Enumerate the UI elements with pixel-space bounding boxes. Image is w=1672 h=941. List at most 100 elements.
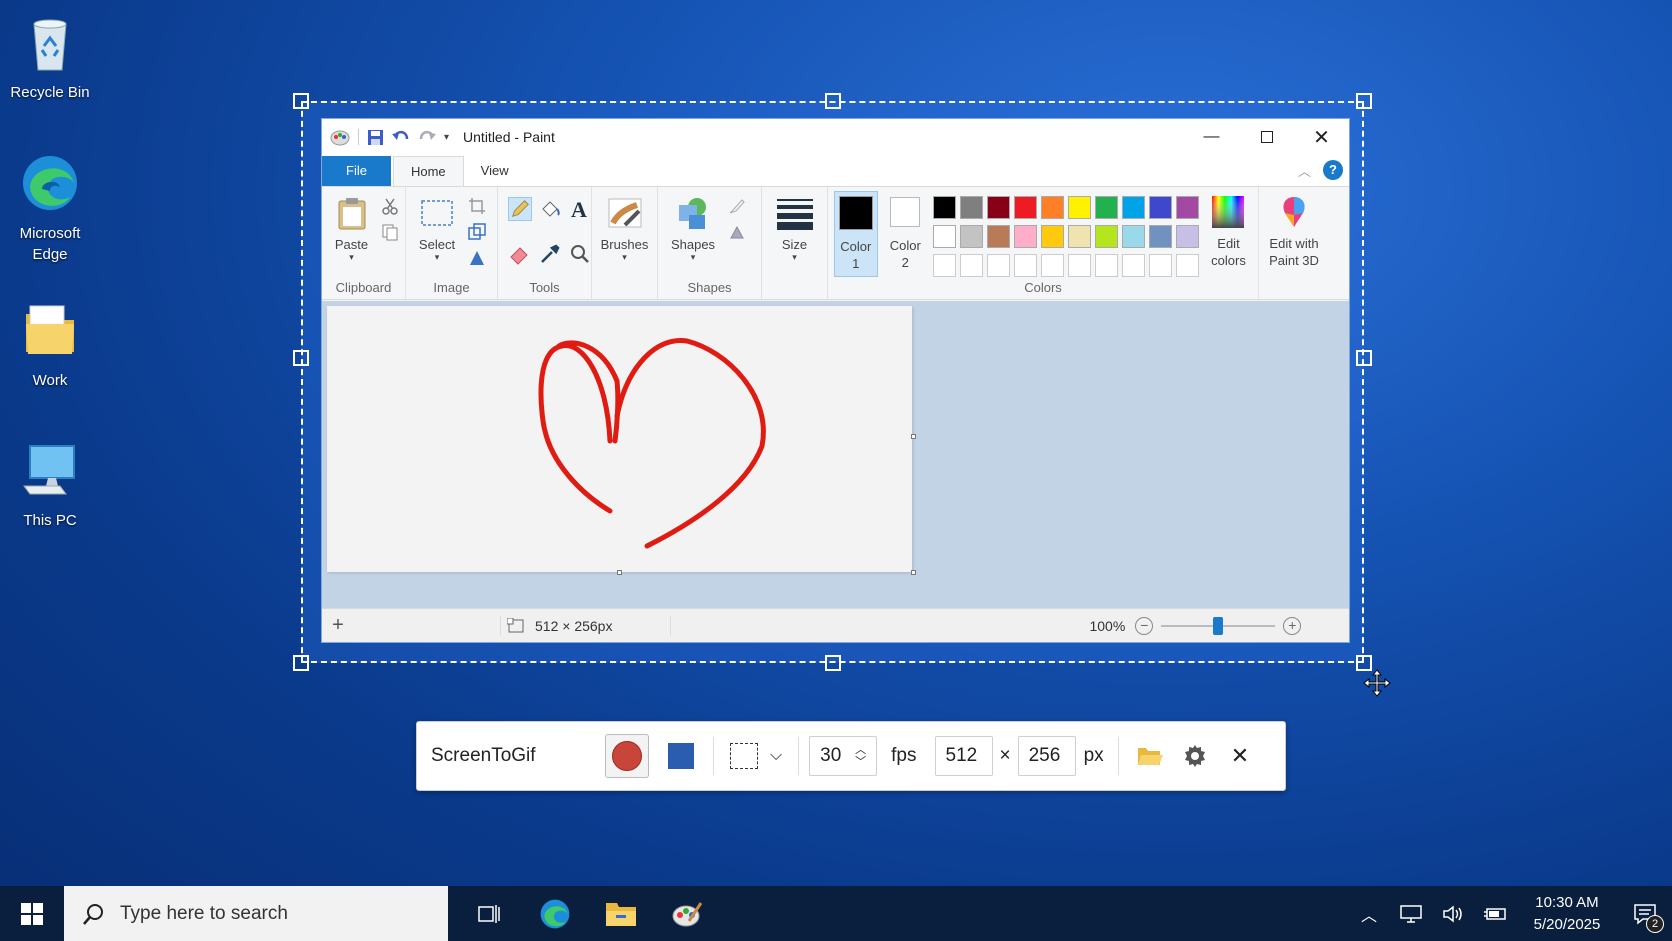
palette-swatch[interactable] xyxy=(1013,254,1037,277)
volume-button[interactable] xyxy=(1432,886,1474,941)
paste-button[interactable]: Paste ▾ xyxy=(328,191,375,279)
palette-swatch[interactable] xyxy=(1094,225,1118,248)
resize-handle-top[interactable] xyxy=(825,93,841,109)
record-button[interactable] xyxy=(605,734,649,778)
magnifier-icon[interactable] xyxy=(568,242,592,266)
save-icon[interactable] xyxy=(367,129,384,146)
start-button[interactable] xyxy=(0,886,64,941)
taskbar-file-explorer[interactable] xyxy=(588,886,654,941)
palette-swatch[interactable] xyxy=(1040,225,1064,248)
resize-handle-bottom-left[interactable] xyxy=(293,655,309,671)
desktop-icon-recycle-bin[interactable]: Recycle Bin xyxy=(0,12,100,103)
palette-swatch[interactable] xyxy=(1175,196,1199,219)
shapes-button[interactable]: Shapes ▾ xyxy=(664,191,722,279)
text-icon[interactable]: A xyxy=(568,197,592,221)
palette-swatch[interactable] xyxy=(986,254,1010,277)
palette-swatch[interactable] xyxy=(1148,196,1172,219)
canvas-resize-handle-right[interactable] xyxy=(911,434,916,439)
palette-swatch[interactable] xyxy=(1040,196,1064,219)
palette-swatch[interactable] xyxy=(986,196,1010,219)
palette-swatch[interactable] xyxy=(932,196,956,219)
open-folder-icon[interactable] xyxy=(1137,745,1163,767)
fill-icon[interactable] xyxy=(538,197,562,221)
redo-icon[interactable] xyxy=(418,129,436,145)
palette-swatch[interactable] xyxy=(1094,196,1118,219)
canvas-resize-handle-corner[interactable] xyxy=(911,570,916,575)
fps-decrement-icon[interactable]: ﹀ xyxy=(855,756,866,768)
tab-file[interactable]: File xyxy=(322,156,391,186)
palette-swatch[interactable] xyxy=(1121,225,1145,248)
resize-icon[interactable] xyxy=(468,223,486,241)
palette-swatch[interactable] xyxy=(1148,225,1172,248)
network-button[interactable] xyxy=(1390,886,1432,941)
cut-icon[interactable] xyxy=(381,197,399,215)
palette-swatch[interactable] xyxy=(1121,196,1145,219)
palette-swatch[interactable] xyxy=(1013,225,1037,248)
close-button[interactable]: ✕ xyxy=(1294,119,1349,155)
palette-swatch[interactable] xyxy=(1094,254,1118,277)
select-button[interactable]: Select ▾ xyxy=(412,191,462,279)
palette-swatch[interactable] xyxy=(1175,254,1199,277)
color2-button[interactable]: Color 2 xyxy=(884,191,927,277)
palette-swatch[interactable] xyxy=(932,254,956,277)
undo-icon[interactable] xyxy=(392,129,410,145)
maximize-button[interactable] xyxy=(1239,119,1294,155)
tab-home[interactable]: Home xyxy=(392,156,464,186)
taskbar-paint[interactable] xyxy=(654,886,720,941)
stop-button[interactable] xyxy=(659,734,703,778)
eraser-icon[interactable] xyxy=(508,242,532,266)
palette-swatch[interactable] xyxy=(959,196,983,219)
pencil-icon[interactable] xyxy=(508,197,532,221)
gear-icon[interactable] xyxy=(1183,744,1207,768)
zoom-in-button[interactable]: + xyxy=(1283,616,1302,635)
fill-shape-icon[interactable] xyxy=(728,223,746,241)
collapse-ribbon-icon[interactable]: ︿ xyxy=(1298,161,1311,180)
resize-handle-top-right[interactable] xyxy=(1356,93,1372,109)
fps-increment-icon[interactable]: ︿ xyxy=(855,744,866,756)
palette-swatch[interactable] xyxy=(1148,254,1172,277)
crop-icon[interactable] xyxy=(468,197,486,215)
drawing-canvas[interactable] xyxy=(327,306,916,575)
zoom-slider-thumb[interactable] xyxy=(1213,616,1224,635)
color1-button[interactable]: Color 1 xyxy=(834,191,878,277)
canvas-resize-handle-bottom[interactable] xyxy=(617,570,622,575)
power-button[interactable] xyxy=(1474,886,1516,941)
edit-colors-button[interactable]: Edit colors xyxy=(1205,191,1252,277)
height-input[interactable]: 256 xyxy=(1017,736,1076,776)
palette-swatch[interactable] xyxy=(932,225,956,248)
color-picker-icon[interactable] xyxy=(538,242,562,266)
task-view-button[interactable] xyxy=(456,886,522,941)
desktop-icon-this-pc[interactable]: This PC xyxy=(0,440,100,531)
width-input[interactable]: 512 xyxy=(934,736,993,776)
zoom-slider[interactable] xyxy=(1161,616,1276,635)
action-center-button[interactable]: 2 xyxy=(1618,886,1672,941)
resize-handle-left[interactable] xyxy=(293,350,309,366)
size-button[interactable]: Size ▾ xyxy=(768,191,821,279)
search-box[interactable]: Type here to search xyxy=(64,886,448,941)
taskbar-edge[interactable] xyxy=(522,886,588,941)
edit-with-paint3d-button[interactable]: Edit with Paint 3D xyxy=(1265,191,1323,277)
customize-qa-dropdown-icon[interactable]: ▾ xyxy=(444,132,449,143)
minimize-button[interactable]: — xyxy=(1184,119,1239,155)
palette-swatch[interactable] xyxy=(959,225,983,248)
outline-icon[interactable] xyxy=(728,197,746,215)
zoom-out-button[interactable]: − xyxy=(1135,616,1154,635)
palette-swatch[interactable] xyxy=(1040,254,1064,277)
palette-swatch[interactable] xyxy=(1121,254,1145,277)
palette-swatch[interactable] xyxy=(1013,196,1037,219)
palette-swatch[interactable] xyxy=(959,254,983,277)
palette-swatch[interactable] xyxy=(1067,254,1091,277)
desktop-icon-edge[interactable]: Microsoft Edge xyxy=(0,153,100,265)
palette-swatch[interactable] xyxy=(1067,196,1091,219)
help-icon[interactable]: ? xyxy=(1323,160,1343,180)
brushes-button[interactable]: Brushes ▾ xyxy=(598,191,651,279)
fps-stepper[interactable]: 30 ︿ ﹀ xyxy=(809,736,878,776)
resize-handle-top-left[interactable] xyxy=(293,93,309,109)
add-icon[interactable]: + xyxy=(324,614,352,637)
palette-swatch[interactable] xyxy=(1175,225,1199,248)
tab-view[interactable]: View xyxy=(464,156,526,186)
show-hidden-icons-button[interactable]: ︿ xyxy=(1348,886,1390,941)
resize-handle-right[interactable] xyxy=(1356,350,1372,366)
palette-swatch[interactable] xyxy=(1067,225,1091,248)
rotate-icon[interactable] xyxy=(468,249,486,267)
